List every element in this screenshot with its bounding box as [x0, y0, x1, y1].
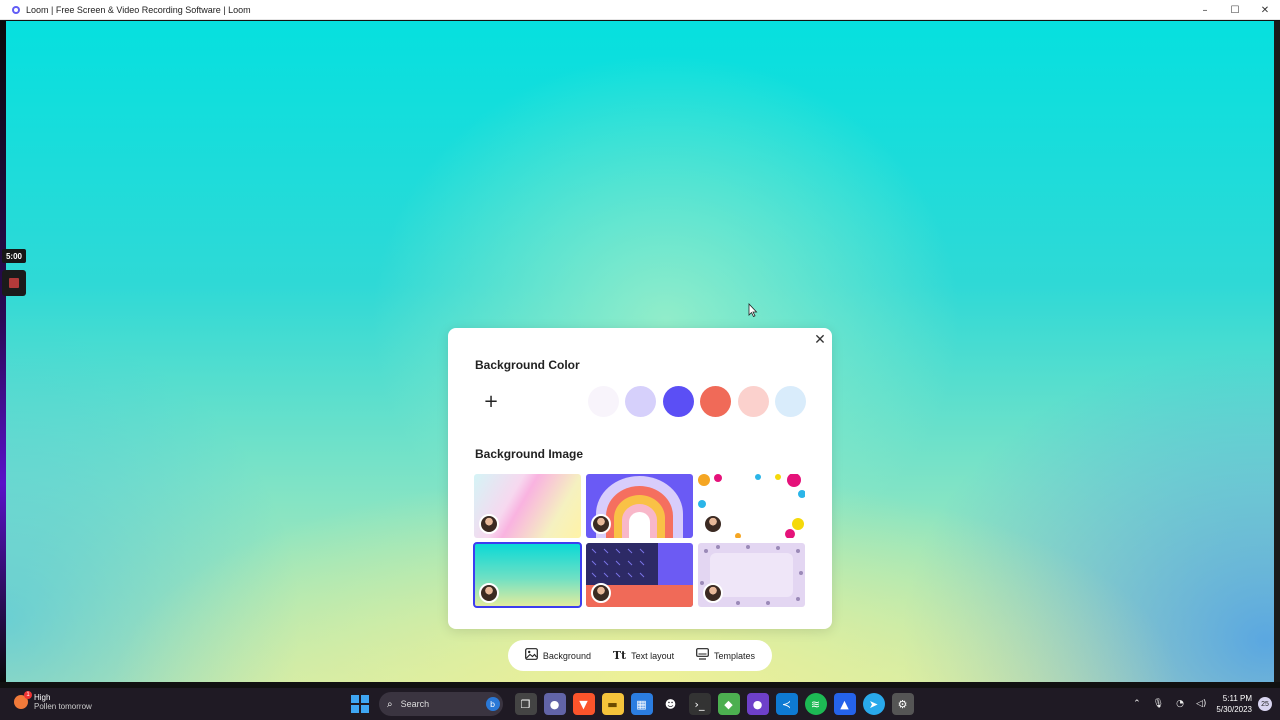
github-icon[interactable]: ● [746, 693, 769, 715]
stop-recording-button[interactable] [2, 270, 26, 296]
tab-text-layout-label: Text layout [631, 650, 675, 661]
monitor-icon [696, 648, 709, 663]
volume-icon[interactable]: ◁) [1196, 699, 1206, 709]
window-title: Loom | Free Screen & Video Recording Sof… [26, 4, 251, 15]
wifi-icon[interactable]: ◔ [1176, 699, 1184, 709]
avatar [591, 514, 611, 534]
minimize-button[interactable]: – [1190, 0, 1220, 20]
notification-badge[interactable]: 25 [1258, 697, 1272, 711]
file-explorer-icon[interactable]: ▬ [601, 693, 624, 715]
bing-icon: b [485, 697, 500, 711]
clock-time: 5:11 PM [1222, 694, 1252, 703]
image-thumb-lavender-flowers[interactable] [698, 543, 805, 607]
arc-icon[interactable]: ▲ [833, 693, 856, 715]
alienware-icon[interactable]: ☻ [660, 693, 682, 715]
windows-logo-icon [351, 705, 359, 713]
background-image-title: Background Image [475, 447, 584, 461]
weather-sub: Pollen tomorrow [34, 702, 92, 711]
image-thumb-rainbow-arch[interactable] [586, 474, 693, 538]
image-thumb-pastel-gradient[interactable] [474, 474, 581, 538]
clock[interactable]: 5:11 PM 5/30/2023 [1216, 693, 1252, 715]
taskbar: High Pollen tomorrow ⌕ Search b ❐ ● ▼ ▬ … [0, 688, 1280, 720]
swatch-white[interactable] [550, 385, 581, 417]
avatar [479, 583, 499, 603]
avatar [479, 514, 499, 534]
swatch-indigo[interactable] [662, 385, 694, 417]
background-color-title: Background Color [475, 358, 580, 372]
store-icon[interactable]: ▦ [630, 693, 653, 715]
stop-icon [9, 278, 19, 288]
microphone-icon[interactable]: 🎙 [1153, 699, 1164, 709]
right-edge [1274, 21, 1280, 682]
recording-timer: 5:00 [2, 249, 26, 263]
weather-widget[interactable]: High Pollen tomorrow [14, 691, 92, 711]
swatch-coral[interactable] [700, 385, 731, 417]
spotify-icon[interactable]: ≋ [804, 693, 827, 715]
terminal-icon[interactable]: ›_ [688, 693, 711, 715]
image-icon [525, 648, 538, 663]
tab-background-label: Background [542, 650, 591, 661]
taskbar-apps: ⌕ Search b ❐ ● ▼ ▬ ▦ ☻ ›_ ◆ ● ≺ ≋ ▲ ➤ ⚙ [349, 691, 917, 717]
vscode-icon[interactable]: ≺ [775, 693, 798, 715]
search-placeholder: Search [400, 699, 430, 709]
editor-tab-bar: Background Tt Text layout Templates [508, 640, 772, 671]
window-controls: – ☐ ✕ [1190, 0, 1280, 20]
add-color-button[interactable]: + [475, 385, 507, 417]
pollen-icon [14, 691, 32, 709]
brave-browser-icon[interactable]: ▼ [572, 693, 595, 715]
clock-date: 5/30/2023 [1216, 705, 1252, 714]
tab-templates[interactable]: Templates [696, 648, 755, 663]
windows-logo-icon [351, 695, 359, 703]
start-button[interactable] [349, 693, 371, 715]
telegram-icon[interactable]: ➤ [862, 693, 885, 715]
background-image-grid [473, 474, 806, 608]
swatch-blush[interactable] [737, 385, 769, 417]
background-panel: ✕ Background Color + Background Image [448, 328, 832, 629]
swatch-light-blue[interactable] [775, 385, 806, 417]
settings-icon[interactable]: ⚙ [891, 693, 914, 715]
windows-logo-icon [361, 695, 369, 703]
tab-templates-label: Templates [714, 650, 756, 661]
close-panel-button[interactable]: ✕ [812, 332, 828, 348]
system-tray: ⌃ 🎙 ◔ ◁) 5:11 PM 5/30/2023 25 [1127, 688, 1280, 720]
avatar [703, 514, 723, 534]
image-thumb-paint-splatter[interactable] [698, 474, 805, 538]
windows-logo-icon [361, 705, 369, 713]
window-titlebar: Loom | Free Screen & Video Recording Sof… [0, 0, 1280, 20]
chevron-up-icon[interactable]: ⌃ [1133, 699, 1141, 709]
swatch-lavender[interactable] [625, 385, 656, 417]
git-icon[interactable]: ◆ [717, 693, 740, 715]
color-swatches: + [475, 385, 813, 417]
task-view-icon[interactable]: ❐ [514, 693, 537, 715]
avatar [591, 583, 611, 603]
weather-main: High [34, 693, 51, 702]
avatar [703, 583, 723, 603]
maximize-button[interactable]: ☐ [1220, 0, 1250, 20]
taskbar-search[interactable]: ⌕ Search b [379, 692, 503, 716]
loom-logo-icon [12, 5, 20, 14]
close-window-button[interactable]: ✕ [1250, 0, 1280, 20]
search-icon: ⌕ [387, 698, 393, 710]
tab-background[interactable]: Background [525, 648, 591, 663]
image-thumb-dot-grid-split[interactable] [586, 543, 693, 607]
text-icon: Tt [612, 649, 627, 662]
tab-text-layout[interactable]: Tt Text layout [613, 649, 674, 662]
image-thumb-teal-yellow-gradient[interactable] [473, 542, 582, 608]
teams-chat-icon[interactable]: ● [543, 693, 566, 715]
swatch-off-white[interactable] [587, 385, 619, 417]
